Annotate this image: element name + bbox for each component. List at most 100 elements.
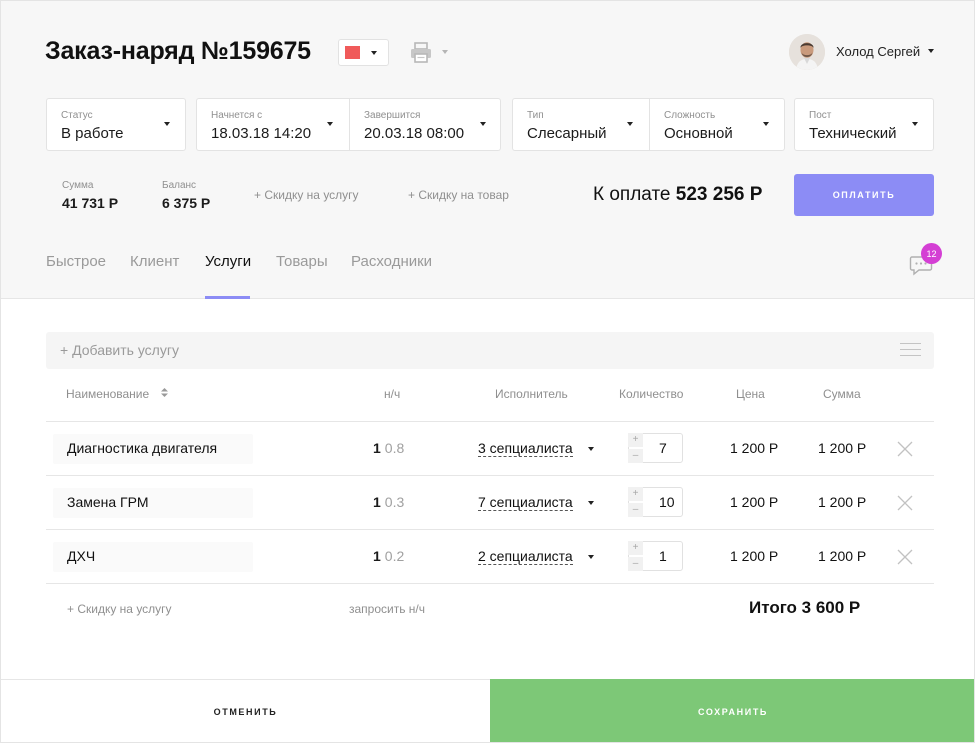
- increment-button[interactable]: +: [628, 433, 643, 447]
- service-name: ДХЧ: [67, 548, 96, 564]
- color-select[interactable]: [338, 39, 389, 66]
- service-name-field[interactable]: Замена ГРМ: [53, 488, 253, 518]
- user-menu[interactable]: Холод Сергей: [789, 34, 949, 70]
- service-name-field[interactable]: ДХЧ: [53, 542, 253, 572]
- chevron-down-icon: [164, 122, 170, 126]
- type-field-group: Тип Слесарный Сложность Основной: [512, 98, 785, 151]
- quantity-input[interactable]: 10: [659, 494, 675, 510]
- close-icon[interactable]: [897, 441, 913, 457]
- type-label: Тип: [527, 110, 544, 121]
- status-label: Статус: [61, 110, 93, 121]
- status-field-group: Статус В работе: [46, 98, 186, 151]
- column-header-sum: Сумма: [823, 387, 861, 401]
- norm-hours-value: 1: [373, 440, 381, 456]
- chevron-down-icon[interactable]: [588, 447, 594, 451]
- to-pay-label: К оплате: [593, 184, 671, 205]
- chat-button[interactable]: 12: [909, 243, 942, 279]
- post-field-group: Пост Технический: [794, 98, 934, 151]
- increment-button[interactable]: +: [628, 541, 643, 555]
- chevron-down-icon: [763, 122, 769, 126]
- norm-hours-value: 1: [373, 548, 381, 564]
- print-button[interactable]: [409, 41, 451, 65]
- menu-icon[interactable]: [900, 343, 921, 357]
- add-service-input[interactable]: + Добавить услугу: [46, 332, 934, 369]
- service-name: Замена ГРМ: [67, 494, 149, 510]
- column-header-quantity: Количество: [619, 387, 684, 401]
- price: 1 200 Р: [730, 494, 779, 510]
- add-goods-discount-link[interactable]: + Скидку на товар: [408, 188, 509, 202]
- tab-client[interactable]: Клиент: [130, 253, 179, 270]
- row-sum: 1 200 Р: [818, 494, 867, 510]
- sort-icon: [160, 388, 168, 397]
- request-norm-hours-link[interactable]: запросить н/ч: [349, 602, 425, 616]
- increment-button[interactable]: +: [628, 487, 643, 501]
- norm-hours: 1 0.8: [373, 440, 404, 456]
- type-field[interactable]: Тип Слесарный: [513, 99, 649, 150]
- chevron-down-icon: [912, 122, 918, 126]
- start-date-field[interactable]: Начнется с 18.03.18 14:20: [197, 99, 349, 150]
- table-row: Диагностика двигателя 1 0.8 3 сепциалиста…: [46, 422, 934, 476]
- chevron-down-icon: [371, 51, 377, 55]
- quantity-input[interactable]: 7: [659, 440, 667, 456]
- tab-consumables[interactable]: Расходники: [351, 253, 432, 270]
- performer-select[interactable]: 2 сепциалиста: [478, 548, 573, 565]
- performer-select[interactable]: 7 сепциалиста: [478, 494, 573, 511]
- work-order-page: Заказ-наряд №159675 Холод Сергей Статус …: [0, 0, 975, 743]
- column-header-name-label: Наименование: [66, 387, 150, 401]
- quantity-stepper: + – 10: [628, 487, 683, 517]
- status-field[interactable]: Статус В работе: [47, 99, 185, 150]
- tab-goods[interactable]: Товары: [276, 253, 328, 270]
- column-header-nh: н/ч: [384, 387, 401, 401]
- performer-select[interactable]: 3 сепциалиста: [478, 440, 573, 457]
- service-name: Диагностика двигателя: [67, 440, 218, 456]
- end-date-field[interactable]: Завершится 20.03.18 08:00: [349, 99, 500, 150]
- color-swatch: [345, 46, 360, 59]
- cancel-button[interactable]: ОТМЕНИТЬ: [1, 679, 490, 742]
- post-value: Технический: [809, 125, 897, 142]
- chat-badge: 12: [921, 243, 942, 264]
- table-row: Замена ГРМ 1 0.3 7 сепциалиста + – 10 1 2…: [46, 476, 934, 530]
- to-pay-total: К оплате 523 256 Р: [593, 184, 762, 206]
- column-header-name[interactable]: Наименование: [66, 387, 168, 401]
- post-field[interactable]: Пост Технический: [795, 99, 933, 150]
- services-total: Итого 3 600 Р: [749, 598, 861, 617]
- tab-services[interactable]: Услуги: [205, 253, 251, 270]
- norm-hours-value: 1: [373, 494, 381, 510]
- pay-button[interactable]: ОПЛАТИТЬ: [794, 174, 934, 216]
- sum-label: Сумма: [62, 180, 94, 191]
- add-service-discount-link[interactable]: + Скидку на услугу: [67, 602, 172, 616]
- save-button[interactable]: СОХРАНИТЬ: [490, 679, 974, 742]
- end-date-label: Завершится: [364, 110, 421, 121]
- norm-hours-extra: 0.2: [384, 548, 405, 564]
- complexity-value: Основной: [664, 125, 733, 142]
- complexity-label: Сложность: [664, 110, 716, 121]
- decrement-button[interactable]: –: [628, 449, 643, 463]
- quantity-input[interactable]: 1: [659, 548, 667, 564]
- decrement-button[interactable]: –: [628, 503, 643, 517]
- close-icon[interactable]: [897, 495, 913, 511]
- chevron-down-icon[interactable]: [588, 501, 594, 505]
- chevron-down-icon: [627, 122, 633, 126]
- norm-hours-extra: 0.3: [384, 494, 405, 510]
- add-service-discount-link[interactable]: + Скидку на услугу: [254, 188, 359, 202]
- quantity-stepper: + – 1: [628, 541, 683, 571]
- close-icon[interactable]: [897, 549, 913, 565]
- start-date-value: 18.03.18 14:20: [211, 125, 312, 142]
- service-name-field[interactable]: Диагностика двигателя: [53, 434, 253, 464]
- quantity-stepper: + – 7: [628, 433, 683, 463]
- complexity-field[interactable]: Сложность Основной: [649, 99, 784, 150]
- tab-quick[interactable]: Быстрое: [46, 253, 106, 270]
- row-sum: 1 200 Р: [818, 548, 867, 564]
- decrement-button[interactable]: –: [628, 557, 643, 571]
- chevron-down-icon: [442, 50, 448, 54]
- status-value: В работе: [61, 125, 124, 142]
- norm-hours: 1 0.3: [373, 494, 404, 510]
- type-value: Слесарный: [527, 125, 607, 142]
- balance-value: 6 375 Р: [162, 195, 211, 211]
- chevron-down-icon: [327, 122, 333, 126]
- avatar: [789, 34, 825, 70]
- active-tab-indicator: [205, 296, 250, 299]
- user-name: Холод Сергей: [836, 44, 921, 59]
- chevron-down-icon[interactable]: [588, 555, 594, 559]
- order-header-panel: Заказ-наряд №159675 Холод Сергей Статус …: [1, 1, 974, 299]
